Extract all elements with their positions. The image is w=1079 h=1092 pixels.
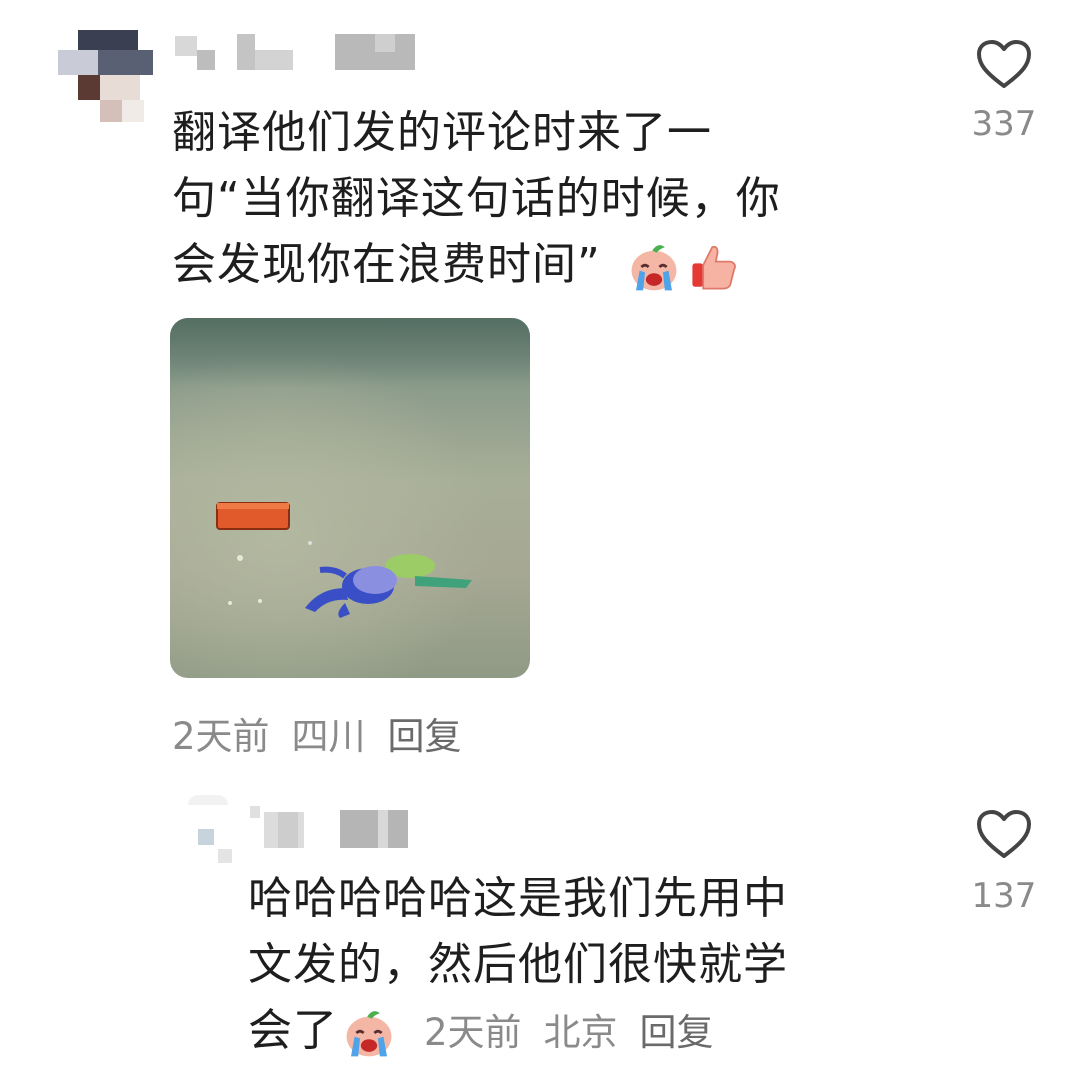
comment-location: 四川 (291, 715, 366, 758)
comment-line: 文发的，然后他们很快就学 (248, 939, 788, 990)
comment-line: 哈哈哈哈哈这是我们先用中 (248, 873, 788, 924)
username[interactable] (250, 806, 420, 848)
fallen-character-illustration (170, 318, 530, 618)
comment-line: 句“当你翻译这句话的时候，你 (172, 173, 781, 224)
comment-line: 翻译他们发的评论时来了一 (172, 107, 712, 158)
thumbs-up-emoji (692, 245, 736, 290)
like-count: 337 (971, 104, 1037, 144)
comment-image[interactable] (170, 318, 530, 678)
comment-text: 翻译他们发的评论时来了一 句“当你翻译这句话的时候，你 会发现你在浪费时间” (172, 100, 781, 298)
comment-time: 2天前 (424, 1011, 522, 1054)
comment-meta: 2天前 北京 回复 (424, 1000, 736, 1066)
reply-button[interactable]: 回复 (640, 1011, 714, 1054)
comment-line-text: 会了 (248, 1005, 338, 1056)
reply-button[interactable]: 回复 (388, 715, 462, 758)
comment-time: 2天前 (172, 715, 270, 758)
avatar[interactable] (170, 795, 240, 865)
heart-outline-icon[interactable] (975, 38, 1033, 90)
comment-text: 哈哈哈哈哈这是我们先用中 文发的，然后他们很快就学 会了 2天前 北京 回复 (248, 866, 788, 1066)
comment-line: 会发现你在浪费时间” (172, 232, 781, 298)
comment-location: 北京 (543, 1011, 618, 1054)
like-count: 137 (971, 876, 1037, 916)
username[interactable] (175, 32, 420, 74)
comment-line-text: 会发现你在浪费时间” (172, 239, 601, 290)
comment-meta: 2天前 四川 回复 (172, 706, 484, 760)
crying-face-emoji (346, 1011, 392, 1057)
comment-line: 会了 2天前 北京 回复 (248, 998, 788, 1066)
avatar[interactable] (58, 30, 158, 135)
heart-outline-icon[interactable] (975, 808, 1033, 860)
crying-face-emoji (631, 245, 677, 291)
